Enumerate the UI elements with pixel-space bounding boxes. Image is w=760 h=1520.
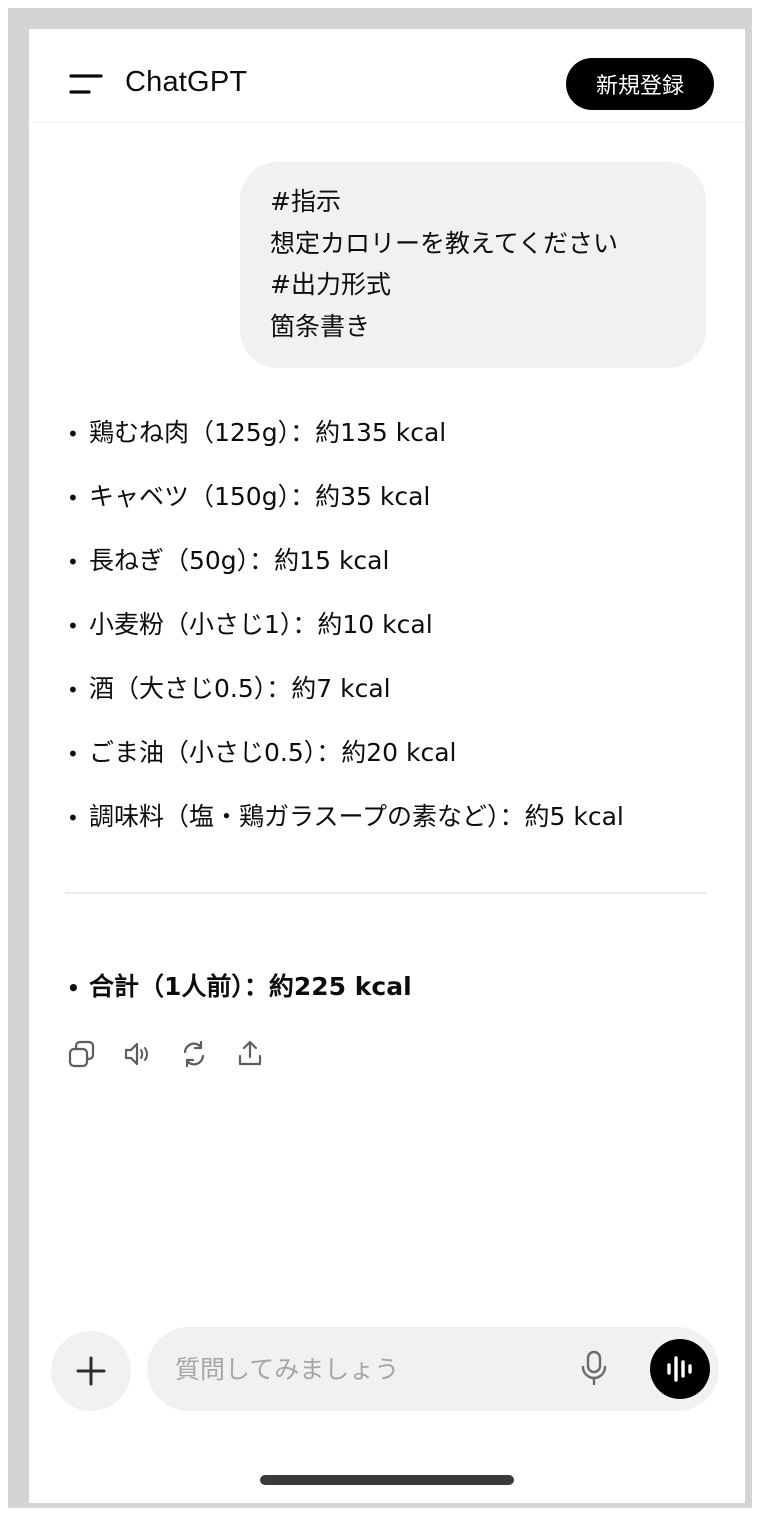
message-input[interactable] [175,1347,555,1391]
regenerate-icon[interactable] [179,1039,209,1069]
home-indicator [260,1475,514,1485]
bullet: • [67,678,79,702]
total-calories: • 合計（1人前）：約225 kcal [67,965,412,1010]
bullet: • [67,422,79,446]
total-calories-text: 合計（1人前）：約225 kcal [89,972,412,1001]
list-item-text: キャベツ（150g）：約35 kcal [89,482,431,511]
list-item: • 小麦粉（小さじ1）：約10 kcal [67,603,727,667]
list-item-text: 調味料（塩・鶏ガラスープの素など）：約5 kcal [89,802,624,831]
bullet: • [67,614,79,638]
list-item: • 調味料（塩・鶏ガラスープの素など）：約5 kcal [67,795,727,859]
add-attachment-button[interactable] [51,1331,131,1411]
list-item: • ごま油（小さじ0.5）：約20 kcal [67,731,727,795]
list-item: • 酒（大さじ0.5）：約7 kcal [67,667,727,731]
list-item-text: 小麦粉（小さじ1）：約10 kcal [89,610,433,639]
voice-mode-icon [667,1356,692,1382]
user-message-line: #出力形式 [270,270,391,299]
list-item: • 長ねぎ（50g）：約15 kcal [67,539,727,603]
speaker-icon[interactable] [122,1039,152,1069]
user-message-line: 想定カロリーを教えてください [270,228,619,258]
message-composer [147,1327,719,1411]
list-item-text: 長ねぎ（50g）：約15 kcal [89,546,390,575]
assistant-answer-list: • 鶏むね肉（125g）：約135 kcal • キャベツ（150g）：約35 kc… [67,411,727,859]
chat-screen: ChatGPT 新規登録 #指示 想定カロリーを教えてください #出力形式 箇条… [29,29,745,1503]
device-frame: ChatGPT 新規登録 #指示 想定カロリーを教えてください #出力形式 箇条… [8,8,752,1508]
plus-icon [76,1356,106,1386]
list-item-text: 鶏むね肉（125g）：約135 kcal [89,418,447,447]
bullet: • [67,742,79,766]
copy-icon[interactable] [67,1039,97,1069]
user-message-bubble: #指示 想定カロリーを教えてください #出力形式 箇条書き [240,162,706,368]
list-item: • 鶏むね肉（125g）：約135 kcal [67,411,727,475]
share-icon[interactable] [235,1039,265,1069]
bullet: • [67,806,79,830]
header-divider [29,122,745,123]
voice-mode-button[interactable] [650,1339,710,1399]
app-title: ChatGPT [125,66,248,98]
bullet: • [67,550,79,574]
menu-icon[interactable] [69,73,103,95]
bullet: • [67,976,80,1000]
list-item-text: ごま油（小さじ0.5）：約20 kcal [89,738,457,767]
microphone-icon[interactable] [579,1349,609,1387]
list-item: • キャベツ（150g）：約35 kcal [67,475,727,539]
bullet: • [67,486,79,510]
signup-button[interactable]: 新規登録 [566,58,714,110]
section-divider [65,892,707,894]
list-item-text: 酒（大さじ0.5）：約7 kcal [89,674,391,703]
user-message-line: 箇条書き [270,311,371,341]
user-message-line: #指示 [270,187,341,216]
